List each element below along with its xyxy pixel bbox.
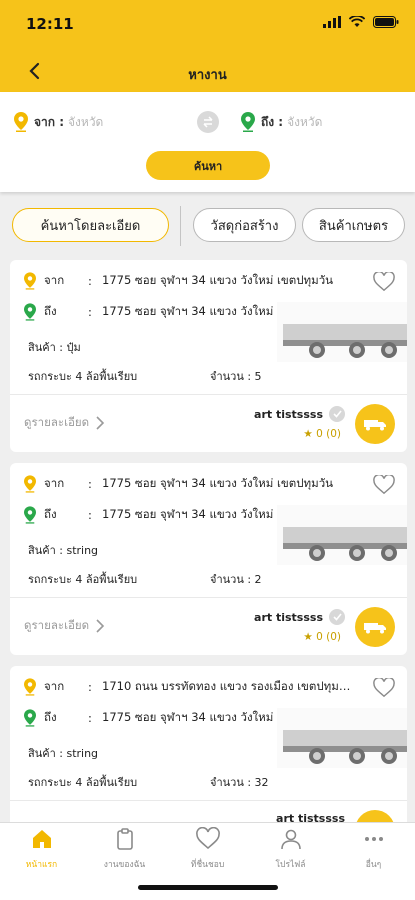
nav-home[interactable]: หน้าแรก (0, 827, 83, 871)
verified-icon (329, 609, 345, 625)
from-label: จาก : (34, 114, 65, 129)
to-province-field[interactable]: ถึง : จังหวัด (241, 112, 322, 132)
swap-icon (203, 116, 213, 128)
heart-icon[interactable] (373, 475, 395, 495)
pin-from-icon (24, 272, 36, 290)
nav-favorites-label: ที่ชื่นชอบ (190, 860, 225, 870)
search-panel: จาก : จังหวัด ถึง : จังหวัด ค้นหา (0, 92, 415, 192)
truck-logo-icon (364, 623, 386, 634)
battery-icon (373, 16, 399, 28)
filter-construction-materials[interactable]: วัสดุก่อสร้าง (193, 208, 296, 242)
quantity-text: จำนวน : 32 (210, 776, 269, 789)
wifi-icon (349, 16, 365, 27)
quantity-text: จำนวน : 5 (210, 370, 262, 383)
nav-my-jobs[interactable]: งานของฉัน (83, 827, 166, 871)
poster-name: art tistssss (254, 406, 345, 422)
card-divider (10, 394, 407, 395)
star-icon: ★ (303, 428, 313, 440)
nav-more-label: อื่นๆ (365, 860, 382, 870)
from-row: จาก: 1775 ซอย จุฬาฯ 34 แขวง วังใหม่ เขตป… (24, 272, 352, 290)
pin-to-icon (24, 506, 36, 524)
from-label: จาก (44, 273, 65, 287)
product-text: สินค้า : string (28, 544, 99, 557)
job-card[interactable]: จาก: 1775 ซอย จุฬาฯ 34 แขวง วังใหม่ เขตป… (10, 463, 407, 655)
heart-icon[interactable] (373, 272, 395, 292)
filter-agricultural-products[interactable]: สินค้าเกษตร (302, 208, 405, 242)
nav-profile[interactable]: โปรไฟล์ (249, 827, 332, 871)
user-icon (280, 829, 301, 850)
from-label: จาก (44, 476, 65, 490)
status-time: 12:11 (26, 15, 74, 33)
signal-icon (323, 16, 341, 28)
pin-to-icon (24, 303, 36, 321)
truck-type-text: รถกระบะ 4 ล้อพื้นเรียบ (28, 573, 138, 586)
filter-bar: ค้นหาโดยละเอียด วัสดุก่อสร้าง สินค้าเกษต… (0, 204, 415, 250)
from-row: จาก: 1775 ซอย จุฬาฯ 34 แขวง วังใหม่ เขตป… (24, 475, 352, 493)
truck-logo-icon (364, 420, 386, 431)
nav-my-jobs-label: งานของฉัน (103, 860, 146, 870)
home-indicator (138, 885, 278, 890)
heart-icon[interactable] (373, 678, 395, 698)
truck-image (277, 708, 407, 768)
quantity-text: จำนวน : 2 (210, 573, 262, 586)
poster-rating: ★ 0 (0) (303, 428, 341, 440)
truck-type-text: รถกระบะ 4 ล้อพื้นเรียบ (28, 776, 138, 789)
card-divider (10, 800, 407, 801)
from-placeholder: จังหวัด (68, 114, 104, 129)
more-icon (364, 837, 383, 841)
job-card[interactable]: จาก: 1775 ซอย จุฬาฯ 34 แขวง วังใหม่ เขตป… (10, 260, 407, 452)
star-icon: ★ (303, 631, 313, 643)
poster-name: art tistssss (254, 609, 345, 625)
to-label: ถึง (44, 710, 57, 724)
from-address: 1710 ถนน บรรทัดทอง แขวง รองเมือง เขตปทุม… (102, 679, 352, 693)
poster-rating: ★ 0 (0) (303, 631, 341, 643)
home-icon (32, 830, 51, 848)
view-details-link[interactable]: ดูรายละเอียด (24, 617, 105, 635)
product-text: สินค้า : string (28, 747, 99, 760)
nav-more[interactable]: อื่นๆ (332, 827, 415, 871)
view-details-label: ดูรายละเอียด (24, 415, 90, 429)
view-details-label: ดูรายละเอียด (24, 618, 90, 632)
company-logo (355, 404, 395, 444)
to-label: ถึง (44, 507, 57, 521)
truck-image (277, 302, 407, 362)
truck-type-text: รถกระบะ 4 ล้อพื้นเรียบ (28, 370, 138, 383)
filter-advanced-search[interactable]: ค้นหาโดยละเอียด (12, 208, 169, 242)
clipboard-icon (116, 828, 133, 850)
nav-home-label: หน้าแรก (25, 860, 58, 870)
nav-profile-label: โปรไฟล์ (275, 860, 306, 870)
page-title: หางาน (188, 68, 227, 83)
to-label: ถึง : (261, 114, 284, 129)
status-icons (323, 16, 399, 28)
search-button[interactable]: ค้นหา (146, 151, 270, 180)
card-divider (10, 597, 407, 598)
from-address: 1775 ซอย จุฬาฯ 34 แขวง วังใหม่ เขตปทุมวั… (102, 476, 334, 490)
truck-image (277, 505, 407, 565)
swap-route-button[interactable] (197, 111, 219, 133)
chevron-right-icon (96, 619, 105, 633)
pin-from-icon (24, 678, 36, 696)
to-label: ถึง (44, 304, 57, 318)
from-province-field[interactable]: จาก : จังหวัด (14, 112, 103, 132)
company-logo (355, 607, 395, 647)
chevron-right-icon (96, 416, 105, 430)
pin-to-icon (24, 709, 36, 727)
product-text: สินค้า : ปุ๋ม (28, 341, 81, 354)
from-label: จาก (44, 679, 65, 693)
pin-from-icon (24, 475, 36, 493)
view-details-link[interactable]: ดูรายละเอียด (24, 414, 105, 432)
to-placeholder: จังหวัด (287, 114, 323, 129)
verified-icon (329, 406, 345, 422)
heart-icon (195, 827, 220, 850)
nav-favorites[interactable]: ที่ชื่นชอบ (166, 827, 249, 871)
app-header: 12:11 หางาน (0, 0, 415, 92)
from-row: จาก: 1710 ถนน บรรทัดทอง แขวง รองเมือง เข… (24, 678, 352, 696)
pin-to-icon (241, 112, 255, 132)
from-address: 1775 ซอย จุฬาฯ 34 แขวง วังใหม่ เขตปทุมวั… (102, 273, 334, 287)
filter-divider (180, 206, 181, 246)
pin-from-icon (14, 112, 28, 132)
